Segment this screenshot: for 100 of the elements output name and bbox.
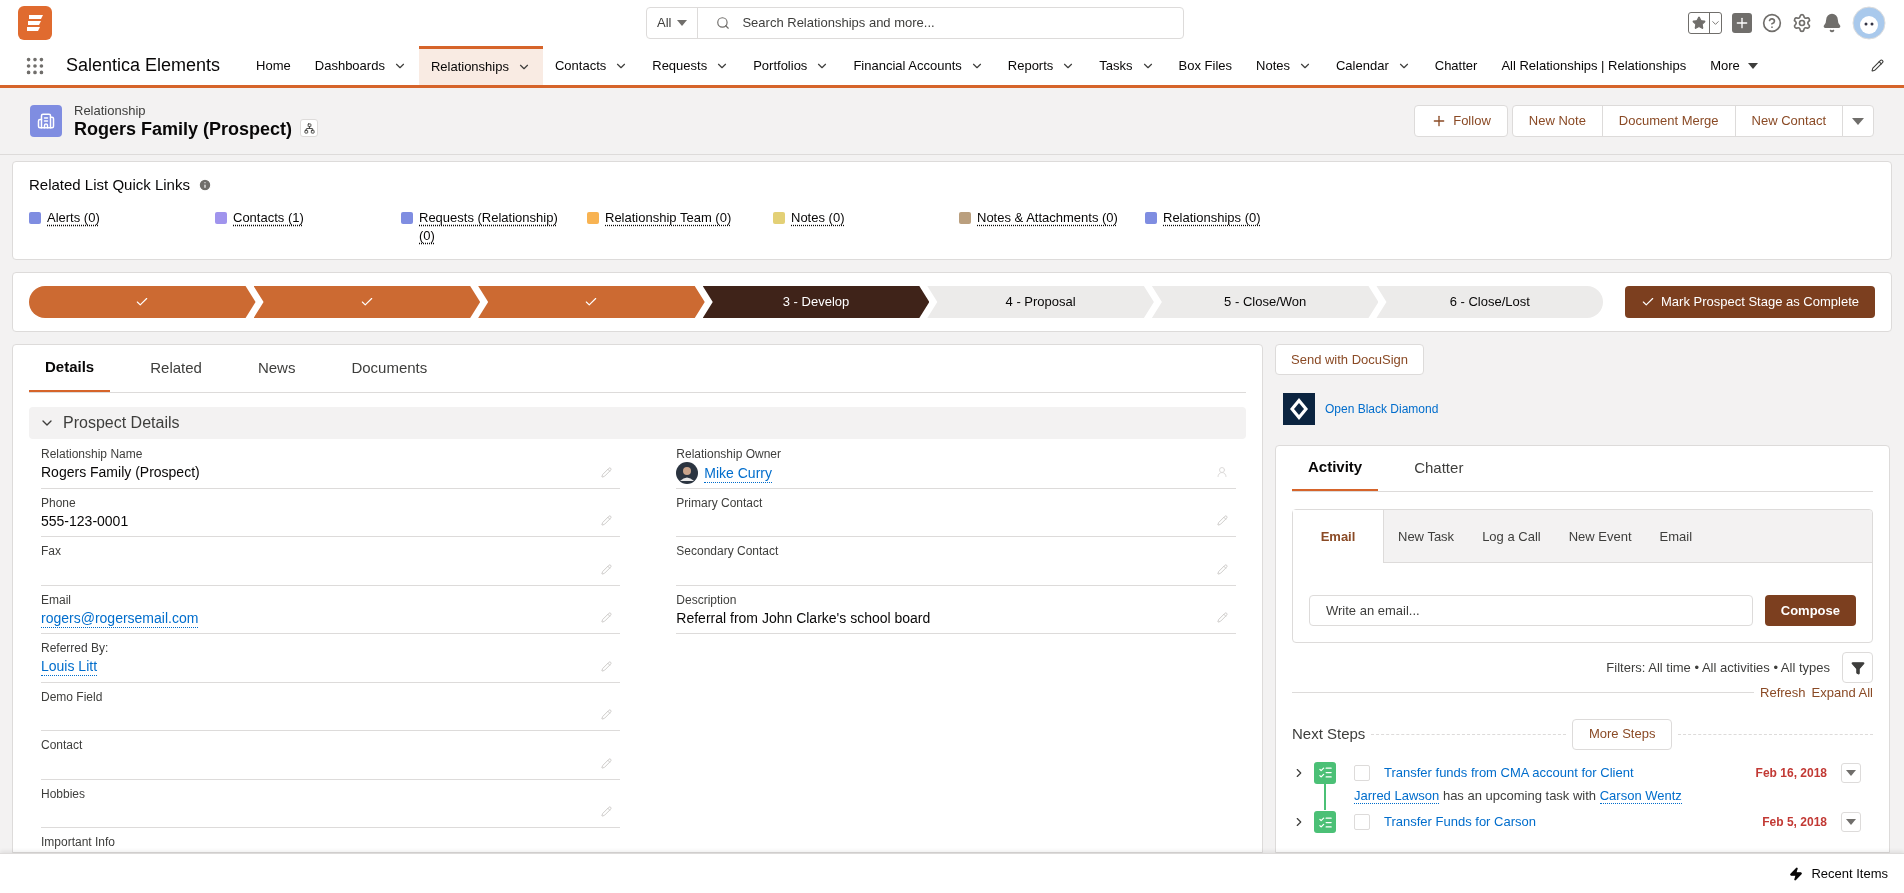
hierarchy-icon	[303, 122, 315, 134]
nav-tab[interactable]: Relationships	[418, 46, 543, 85]
nav-tab[interactable]: All Relationships | Relationships	[1489, 46, 1699, 85]
task-link[interactable]: Transfer funds from CMA account for Client	[1384, 762, 1634, 783]
quick-link[interactable]: Notes (0)	[791, 208, 845, 227]
record-tab[interactable]: Documents	[335, 345, 444, 392]
quick-link[interactable]: Relationship Team (0)	[605, 208, 732, 227]
check-icon	[584, 295, 599, 309]
filter-button[interactable]	[1842, 652, 1873, 683]
quick-link[interactable]: Notes & Attachments (0)	[977, 208, 1118, 227]
composer-tab[interactable]: Log a Call	[1468, 510, 1555, 563]
field-label: Contact	[41, 737, 84, 753]
field-label: Phone	[41, 494, 77, 511]
hierarchy-button[interactable]	[300, 119, 319, 137]
nav-tab[interactable]: Notes	[1244, 46, 1324, 85]
composer-tab[interactable]: Email	[1645, 510, 1707, 563]
composer-tab[interactable]: New Task	[1384, 510, 1469, 563]
next-steps-heading: Next Steps	[1292, 723, 1366, 744]
quick-link[interactable]: Contacts (1)	[233, 208, 304, 227]
path-stage[interactable]: 5 - Close/Won	[1151, 286, 1379, 318]
add-button[interactable]	[1732, 13, 1752, 33]
quick-link[interactable]: Requests (Relationship) (0)	[419, 208, 564, 245]
nav-tab[interactable]: Dashboards	[302, 46, 419, 85]
refresh-link[interactable]: Refresh	[1760, 683, 1806, 703]
field-link[interactable]: rogers@rogersemail.com	[41, 608, 199, 628]
task-link[interactable]: Transfer Funds for Carson	[1384, 812, 1536, 832]
path-stage[interactable]: 4 - Proposal	[927, 286, 1154, 318]
nav-tab[interactable]: Contacts	[542, 46, 641, 85]
settings-icon[interactable]	[1792, 13, 1812, 33]
record-tab[interactable]: News	[241, 345, 312, 392]
path-stage[interactable]: 6 - Close/Lost	[1376, 286, 1604, 318]
nav-tab[interactable]: Reports	[995, 46, 1088, 85]
field-label: Primary Contact	[676, 494, 764, 511]
more-steps-button[interactable]: More Steps	[1571, 718, 1673, 750]
notifications-icon[interactable]	[1822, 13, 1842, 33]
activity-tab[interactable]: Chatter	[1398, 446, 1480, 491]
help-icon[interactable]	[1762, 13, 1782, 33]
nav-tab[interactable]: Chatter	[1422, 46, 1490, 85]
path-stage[interactable]	[478, 286, 705, 318]
action-button[interactable]: Document Merge	[1601, 105, 1736, 137]
app-link[interactable]: Open Black Diamond	[1325, 400, 1439, 418]
mark-complete-button[interactable]: Mark Prospect Stage as Complete	[1625, 286, 1875, 318]
nav-tab[interactable]: Box Files	[1166, 46, 1244, 85]
expand-all-link[interactable]: Expand All	[1811, 683, 1873, 703]
nav-tab[interactable]: Home	[244, 46, 303, 85]
nav-tab[interactable]: Calendar	[1324, 46, 1423, 85]
record-tab[interactable]: Details	[29, 345, 111, 392]
path-stage[interactable]	[29, 286, 256, 318]
action-button[interactable]: New Note	[1511, 105, 1603, 137]
search-field[interactable]: Search Relationships and more...	[742, 13, 1183, 33]
email-field[interactable]: Write an email...	[1309, 595, 1753, 626]
check-icon	[135, 295, 150, 309]
owner-link[interactable]: Jarred Lawson	[1354, 787, 1440, 804]
filters-text: Filters: All time • All activities • All types	[1606, 658, 1830, 677]
field-link[interactable]: Louis Litt	[41, 657, 98, 677]
nav-tab[interactable]: Requests	[640, 46, 742, 85]
edit-nav-icon[interactable]	[1871, 59, 1884, 72]
caret-icon	[1747, 62, 1758, 69]
path-stage[interactable]	[253, 286, 481, 318]
search-bar[interactable]: All Search Relationships and more...	[646, 7, 1184, 39]
record-tab[interactable]: Related	[134, 345, 218, 392]
docusign-button[interactable]: Send with DocuSign	[1275, 344, 1425, 375]
more-actions-button[interactable]	[1842, 105, 1874, 137]
follow-button[interactable]: Follow	[1414, 105, 1508, 137]
contact-link[interactable]: Carson Wentz	[1599, 787, 1682, 804]
compose-button[interactable]: Compose	[1764, 595, 1856, 626]
nav-tab[interactable]: Portfolios	[741, 46, 842, 85]
activity-tab[interactable]: Activity	[1292, 446, 1379, 491]
task-detail: Jarred Lawson has an upcoming task with Carson Wentz	[1354, 786, 1683, 805]
plus-icon	[1734, 15, 1750, 31]
composer-tab[interactable]: Email	[1293, 510, 1384, 563]
filter-icon	[1850, 660, 1865, 675]
field-label: Demo Field	[41, 688, 104, 705]
composer-tab[interactable]: New Event	[1554, 510, 1646, 563]
app-logo-icon[interactable]	[18, 6, 52, 40]
action-button[interactable]: New Contact	[1734, 105, 1843, 137]
scope-dropdown[interactable]: All	[647, 8, 699, 38]
task-menu-button[interactable]	[1841, 762, 1861, 783]
section-header[interactable]: Prospect Details	[29, 407, 1246, 439]
path-stage[interactable]: 3 - Develop	[702, 286, 930, 318]
field-label: Description	[676, 591, 738, 608]
more-tab[interactable]: More	[1698, 46, 1770, 85]
favorites-button[interactable]	[1688, 12, 1722, 34]
task-checkbox[interactable]	[1354, 814, 1370, 830]
field-label: Hobbies	[41, 785, 87, 802]
nav-tab[interactable]: Tasks	[1087, 46, 1167, 85]
recent-items-button[interactable]: Recent Items	[1789, 863, 1888, 884]
task-icon	[1314, 811, 1336, 833]
caret-icon	[1852, 117, 1864, 125]
task-menu-button[interactable]	[1841, 812, 1861, 832]
field-link[interactable]: Mike Curry	[704, 463, 772, 483]
lightning-icon	[1789, 866, 1804, 881]
task-checkbox[interactable]	[1354, 764, 1370, 781]
quick-link[interactable]: Relationships (0)	[1163, 208, 1261, 227]
avatar-icon	[676, 462, 699, 484]
quick-link[interactable]: Alerts (0)	[47, 208, 100, 227]
info-icon[interactable]	[197, 178, 212, 193]
building-icon	[30, 105, 62, 137]
nav-tab[interactable]: Financial Accounts	[841, 46, 996, 85]
star-icon	[1692, 16, 1706, 30]
